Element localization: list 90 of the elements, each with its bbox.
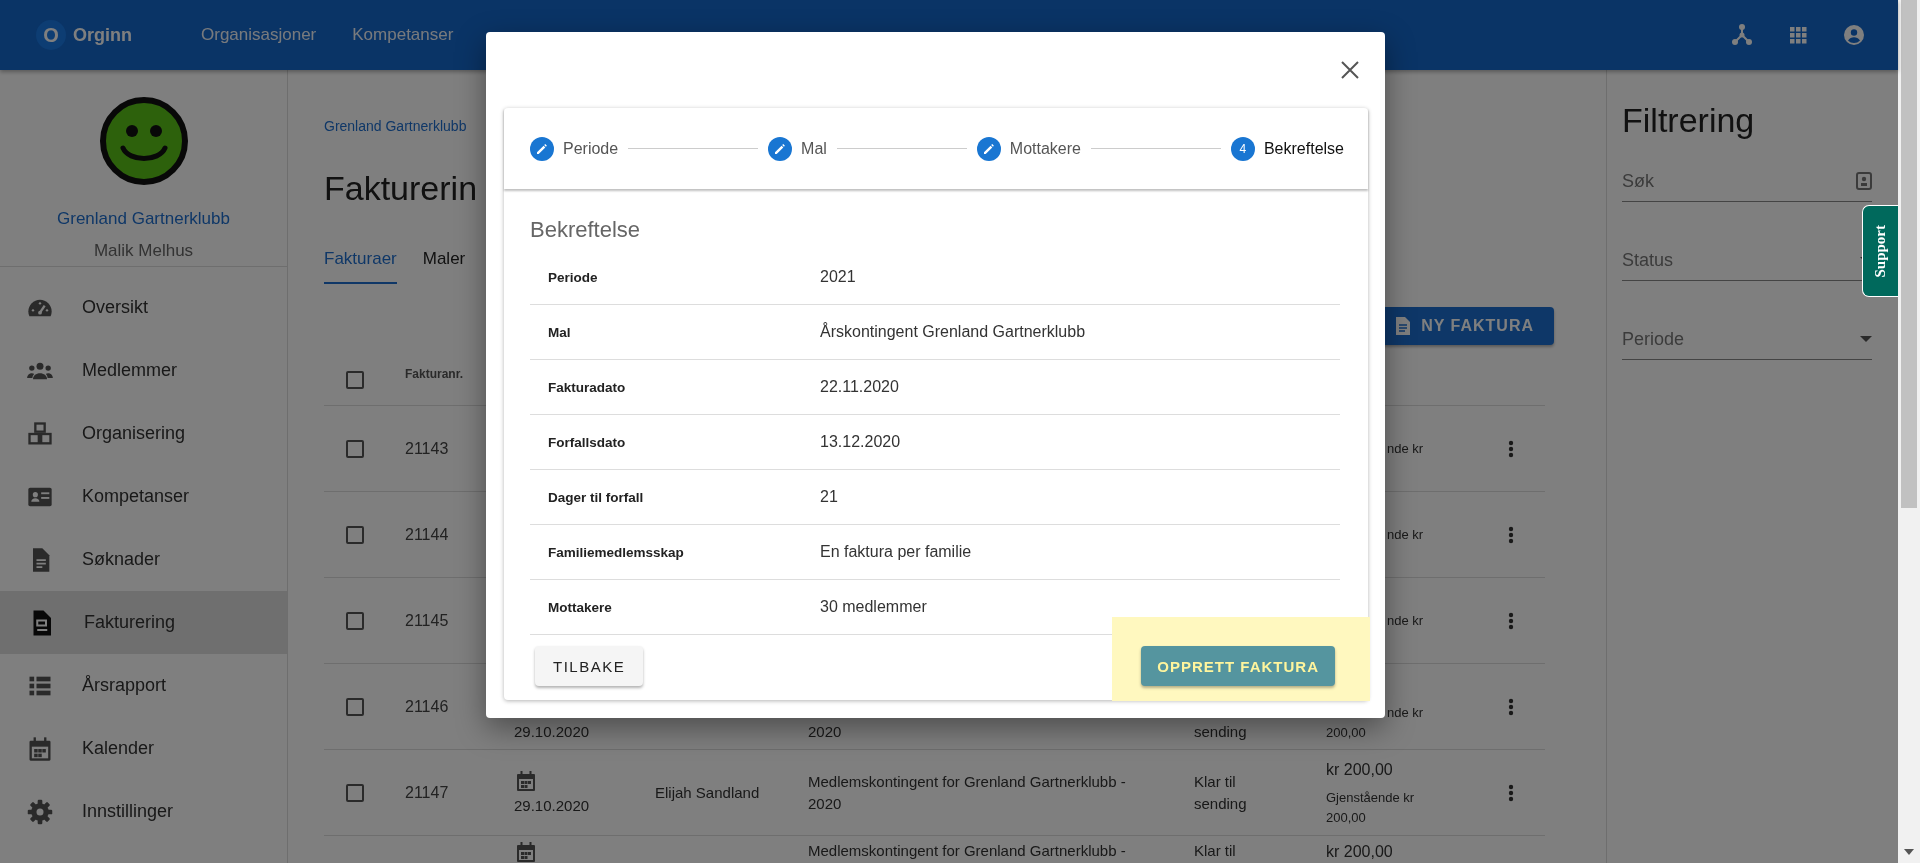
invoice-number: 21145: [404, 611, 449, 629]
back-button[interactable]: TILBAKE: [535, 646, 644, 686]
sidebar-item[interactable]: Organisering: [0, 402, 287, 465]
checkbox[interactable]: [346, 371, 364, 389]
invoice-date: 29.10.2020: [514, 722, 590, 742]
step[interactable]: Periode: [530, 136, 619, 161]
logo-badge: O: [36, 20, 66, 50]
section-heading: Bekreftelse: [530, 216, 641, 244]
invoice-description: 2020: [808, 722, 843, 742]
nav-link[interactable]: Kompetanser: [352, 25, 454, 45]
invoice-date: 29.10.2020: [514, 795, 590, 816]
invoice-status: Klar til: [1194, 841, 1237, 861]
organization-name: Grenland Gartnerklubb: [57, 208, 230, 230]
checkbox[interactable]: [346, 697, 364, 716]
checkbox[interactable]: [346, 525, 364, 544]
search-field[interactable]: Søk: [1622, 161, 1872, 202]
support-tab[interactable]: Support: [1862, 205, 1898, 297]
account-icon[interactable]: [1842, 23, 1866, 47]
summary-label: Forfallsdato: [547, 434, 626, 450]
summary-value: 2021: [820, 268, 856, 286]
summary-label: Familiemedlemsskap: [547, 544, 684, 560]
invoice-amount: kr 200,00: [1326, 759, 1393, 780]
invoice-number: 21146: [404, 697, 449, 715]
checkbox[interactable]: [346, 439, 364, 458]
sidebar-item[interactable]: Kalender: [0, 717, 287, 780]
summary-value: 30 medlemmer: [820, 598, 927, 616]
remaining-amount: nde kr: [1387, 525, 1424, 544]
more-icon[interactable]: [1508, 439, 1514, 458]
summary-value: En faktura per familie: [820, 543, 972, 561]
remaining-amount: nde kr: [1387, 439, 1424, 458]
portrait-icon: [1856, 172, 1872, 190]
settings-icon: [26, 797, 54, 826]
member-name: Elijah Sandland: [655, 783, 760, 801]
more-icon[interactable]: [1508, 525, 1514, 544]
panel-title: Filtrering: [1622, 100, 1756, 141]
close-icon[interactable]: [1341, 61, 1359, 79]
summary-label: Fakturadato: [547, 379, 626, 395]
sidebar-item[interactable]: Fakturering: [0, 591, 287, 654]
step-number: 4: [1230, 136, 1255, 161]
summary-label: Mal: [547, 324, 571, 340]
invoice-number: 21147: [404, 783, 449, 801]
summary-label: Dager til forfall: [547, 489, 644, 505]
cubes-icon: [26, 419, 54, 448]
remaining-amount: 200,00: [1326, 724, 1366, 742]
step[interactable]: Mal: [768, 136, 827, 161]
dropdown-icon: [1860, 336, 1872, 342]
summary-label: Periode: [547, 269, 598, 285]
step[interactable]: 4 Bekreftelse: [1230, 136, 1344, 161]
tab[interactable]: Fakturaer: [324, 236, 397, 284]
user-name: Malik Melhus: [93, 240, 194, 262]
hub-icon[interactable]: [1730, 23, 1754, 47]
remaining-amount: Gjenstående kr 200,00: [1326, 788, 1416, 827]
invoice-description: Medlemskontingent for Grenland Gartnerklubb - 2020: [808, 771, 1127, 814]
scrollbar-thumb[interactable]: [1901, 0, 1917, 508]
more-icon[interactable]: [1508, 783, 1514, 802]
summary-value: Årskontingent Grenland Gartnerklubb: [820, 323, 1086, 341]
column-header: Fakturanr.: [404, 366, 465, 381]
step[interactable]: Mottakere: [976, 136, 1081, 161]
more-icon[interactable]: [1508, 611, 1514, 630]
invoice-status: sending: [1194, 722, 1248, 742]
sidebar-item[interactable]: Årsrapport: [0, 654, 287, 717]
checkbox[interactable]: [346, 783, 364, 802]
sidebar-item[interactable]: Oversikt: [0, 276, 287, 339]
sidebar-item[interactable]: Kompetanser: [0, 465, 287, 528]
remaining-amount: nde kr: [1387, 704, 1424, 722]
invoice-number: 21144: [404, 525, 449, 543]
brand-name: Orginn: [73, 24, 132, 46]
summary-value: 21: [820, 488, 838, 506]
remaining-amount: nde kr: [1387, 611, 1424, 630]
nav-link[interactable]: Organisasjoner: [201, 25, 317, 45]
create-invoice-button[interactable]: OPPRETT FAKTURA: [1141, 646, 1335, 686]
more-icon[interactable]: [1508, 697, 1514, 716]
invoice-status: Klar til sending: [1194, 771, 1248, 814]
sidebar-item[interactable]: Innstillinger: [0, 780, 287, 843]
invoice-number: 21143: [404, 439, 449, 457]
calendar-icon: [514, 768, 538, 793]
scroll-down-icon[interactable]: [1904, 849, 1914, 855]
checkbox[interactable]: [346, 611, 364, 630]
select-field[interactable]: Periode: [1622, 319, 1872, 360]
summary-label: Mottakere: [547, 599, 612, 615]
invoice-description: Medlemskontingent for Grenland Gartnerklubb -: [808, 841, 1127, 861]
page-title: Fakturerin: [324, 168, 478, 209]
invoice-amount: kr 200,00: [1326, 842, 1393, 862]
tab[interactable]: Maler: [422, 236, 466, 284]
breadcrumb-link[interactable]: Grenland Gartnerklubb: [324, 116, 467, 136]
summary-value: 22.11.2020: [820, 378, 899, 396]
sidebar-item[interactable]: Søknader: [0, 528, 287, 591]
summary-value: 13.12.2020: [820, 433, 901, 451]
document-icon: [1395, 317, 1412, 335]
sidebar-item[interactable]: Medlemmer: [0, 339, 287, 402]
